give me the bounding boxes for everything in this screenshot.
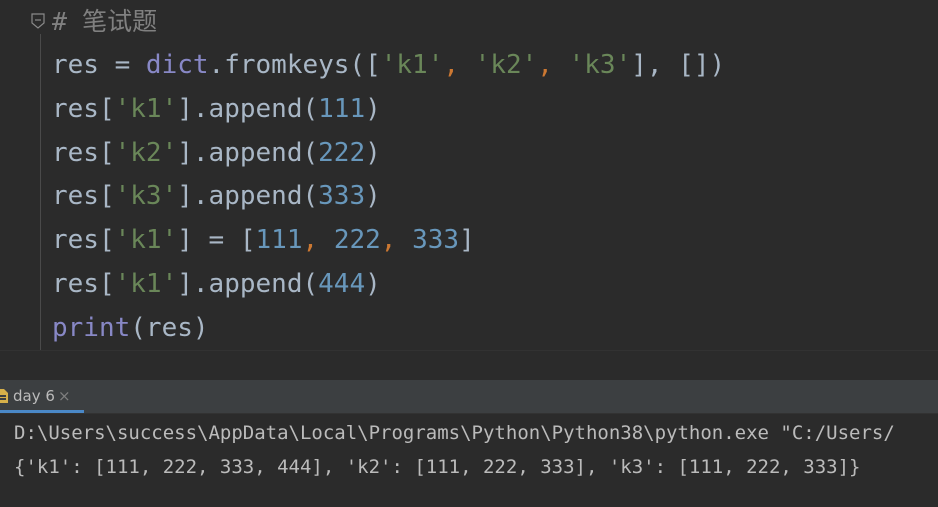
code-token: 'k3' <box>568 50 632 80</box>
code-token: print <box>52 312 131 343</box>
code-line: res['k3'].append(333) <box>52 176 381 216</box>
code-token: []) <box>678 50 726 80</box>
run-tab-day-6[interactable]: day 6 × <box>0 380 84 413</box>
code-token: 'k1' <box>114 93 178 124</box>
code-token: ].append( <box>177 137 319 168</box>
code-token: 111 <box>255 225 303 256</box>
code-token: res = <box>52 50 146 80</box>
code-token: 'k2' <box>474 50 538 80</box>
code-token: ].append( <box>177 181 319 212</box>
console-command-line: D:\Users\success\AppData\Local\Programs\… <box>14 422 895 444</box>
code-line: res = dict.fromkeys(['k1', 'k2', 'k3'], … <box>52 45 725 85</box>
code-token: res[ <box>52 269 115 299</box>
code-token: 'k3' <box>114 181 178 212</box>
code-token: 'k1' <box>114 225 178 256</box>
code-token: , <box>443 50 475 80</box>
code-token: res[ <box>52 93 115 124</box>
code-token: res[ <box>52 137 115 168</box>
fold-marker-icon[interactable] <box>31 13 45 29</box>
comment-line: # 笔试题 <box>52 7 158 36</box>
code-editor[interactable]: # 笔试题 res = dict.fromkeys(['k1', 'k2', '… <box>0 0 938 350</box>
code-token: ] <box>459 225 475 256</box>
code-token: 444 <box>318 269 366 299</box>
code-token: res[ <box>52 225 115 256</box>
code-token: ) <box>365 181 381 212</box>
code-token: ] = [ <box>177 225 256 256</box>
code-line: print(res) <box>52 308 209 348</box>
panel-divider[interactable] <box>0 350 938 381</box>
code-token: ) <box>365 137 381 168</box>
ide-window: # 笔试题 res = dict.fromkeys(['k1', 'k2', '… <box>0 0 938 507</box>
gutter-guide <box>40 34 41 350</box>
code-token: ) <box>365 93 381 124</box>
code-token: 333 <box>318 181 366 212</box>
code-token: ) <box>365 269 381 299</box>
code-token: ].append( <box>177 93 319 124</box>
code-token: , <box>537 50 569 80</box>
code-line: res['k1'].append(111) <box>52 89 381 129</box>
code-token: , <box>302 225 334 256</box>
run-tab-label: day 6 <box>13 387 55 405</box>
code-token: 'k2' <box>114 137 178 168</box>
code-token: ], <box>631 50 679 80</box>
code-token: dict <box>145 50 209 80</box>
code-token: 222 <box>318 137 366 168</box>
code-token: 111 <box>318 93 366 124</box>
code-token: .fromkeys([ <box>208 50 381 80</box>
code-token: (res) <box>130 312 209 343</box>
code-token: 222 <box>333 225 381 256</box>
code-token: res[ <box>52 181 115 212</box>
code-line: res['k2'].append(222) <box>52 133 381 173</box>
code-token: 333 <box>412 225 460 256</box>
python-file-icon <box>0 389 8 403</box>
code-line: res['k1'].append(444) <box>52 264 381 304</box>
code-token: ].append( <box>177 269 319 299</box>
console-output-line: {'k1': [111, 222, 333, 444], 'k2': [111,… <box>14 456 861 478</box>
run-panel: day 6 × D:\Users\success\AppData\Local\P… <box>0 380 938 507</box>
code-token: 'k1' <box>114 269 178 299</box>
run-tab-bar: day 6 × <box>0 380 938 414</box>
code-token: 'k1' <box>380 50 444 80</box>
code-line: res['k1'] = [111, 222, 333] <box>52 220 475 260</box>
close-icon[interactable]: × <box>58 380 71 413</box>
code-token: , <box>380 225 413 256</box>
